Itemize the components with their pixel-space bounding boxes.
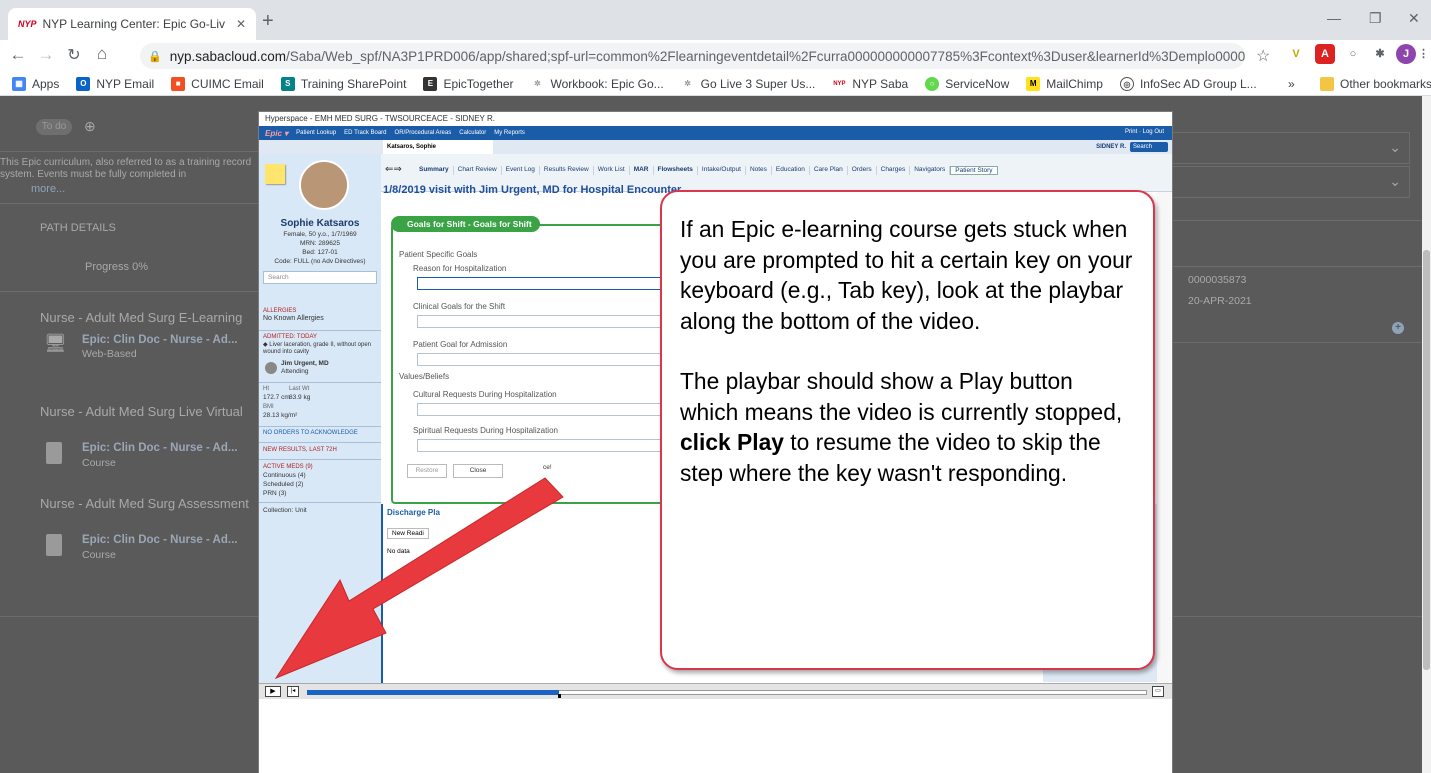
callout-gap xyxy=(680,336,1135,366)
instruction-callout: If an Epic e-learning course gets stuck … xyxy=(660,190,1155,670)
arrow-shape xyxy=(274,477,564,680)
callout-emphasis: click Play xyxy=(680,429,784,455)
callout-text: The playbar should show a Play button wh… xyxy=(680,368,1123,425)
callout-paragraph-2: The playbar should show a Play button wh… xyxy=(680,366,1135,488)
callout-paragraph-1: If an Epic e-learning course gets stuck … xyxy=(680,216,1133,334)
